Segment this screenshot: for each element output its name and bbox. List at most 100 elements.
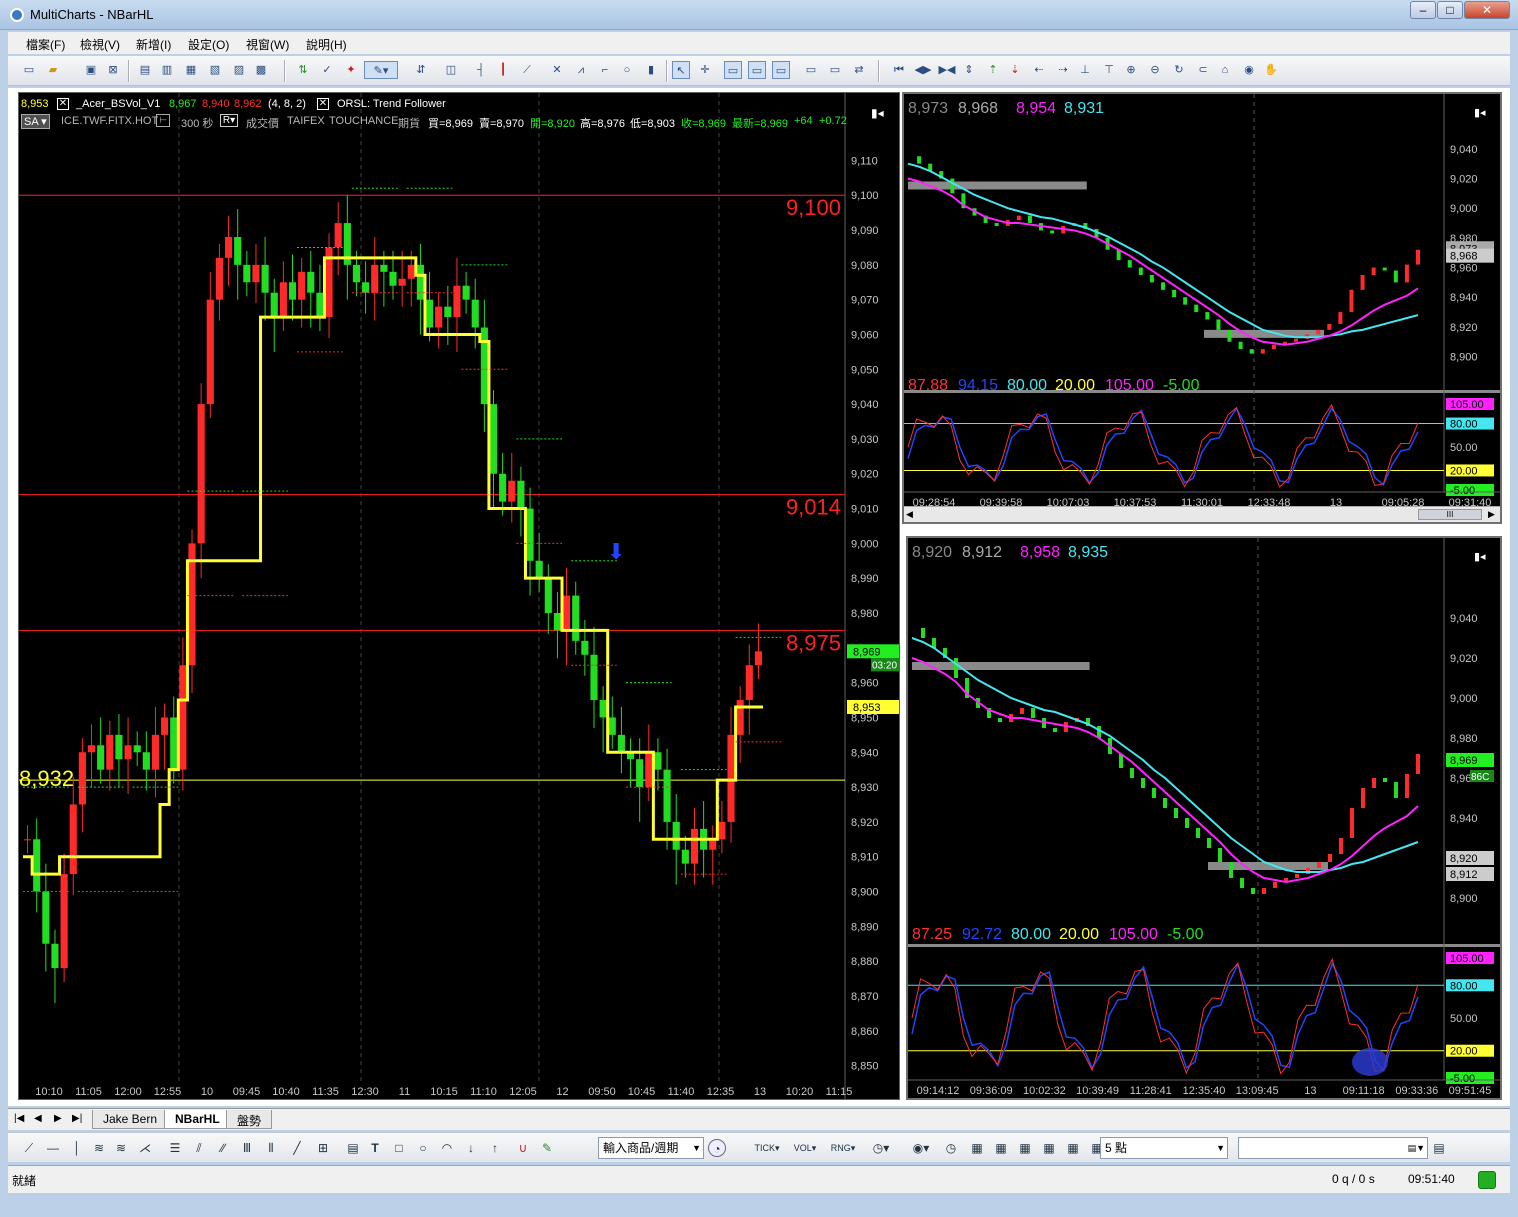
daily-chart-icon[interactable]: ◉▾	[906, 1139, 936, 1157]
data-window-icon[interactable]: ⇵	[412, 61, 430, 79]
symbol-input-combo[interactable]: 輸入商品/週期 ▼	[598, 1137, 704, 1159]
arrow-up-icon[interactable]: ⇡	[984, 61, 1002, 79]
rectangle-icon[interactable]: □	[390, 1139, 408, 1157]
shift-left-icon[interactable]: ⇠	[1030, 61, 1048, 79]
tab-nbarhl[interactable]: NBarHL	[164, 1110, 231, 1129]
volume-chart-icon[interactable]: VOL▾	[790, 1139, 820, 1157]
channel-icon[interactable]: ☰	[166, 1139, 184, 1157]
bookmark-icon[interactable]: ⌂	[1216, 61, 1234, 79]
scroll-left-icon[interactable]: ◀	[906, 509, 913, 520]
window-icon[interactable]: ▭	[802, 61, 820, 79]
arrange-icon[interactable]: ▭	[826, 61, 844, 79]
fib-retrace-icon[interactable]: ≋	[90, 1139, 108, 1157]
sa-button[interactable]: SA ▾	[21, 114, 50, 129]
main-chart-canvas[interactable]: 9,110 9,100 9,090 9,080 9,070 9,060 9,050 9,040…	[19, 93, 900, 1100]
tab-jake-bern[interactable]: Jake Bern	[92, 1110, 169, 1129]
calendar-quarter-icon[interactable]: ▦	[1040, 1139, 1058, 1157]
menu-view[interactable]: 檢視(V)	[80, 36, 120, 53]
top-right-canvas[interactable]: 9,0409,0209,0008,9808,9608,9408,9208,900…	[904, 94, 1500, 522]
tab-first-icon[interactable]: |◀	[14, 1113, 24, 1124]
refresh-icon[interactable]: ↻	[1170, 61, 1188, 79]
new-analyzer-icon[interactable]: ▩	[252, 61, 270, 79]
crosshair-icon[interactable]: ✛	[696, 61, 714, 79]
tr-scroll-thumb[interactable]: III	[1418, 509, 1482, 520]
minute-chart-icon[interactable]: ◷▾	[866, 1139, 896, 1157]
paint-icon[interactable]: ✎	[538, 1139, 556, 1157]
pointer-icon[interactable]: ↖	[672, 61, 690, 79]
calendar-week-icon[interactable]: ▦	[992, 1139, 1010, 1157]
new-portfolio-icon[interactable]: ▧	[206, 61, 224, 79]
text-box-icon[interactable]: ▤	[344, 1139, 362, 1157]
zoom-area-icon[interactable]: ▭	[724, 61, 742, 79]
gann-icon[interactable]: Ⅲ	[238, 1139, 256, 1157]
insert-study-icon[interactable]: ⇅	[294, 61, 312, 79]
tab-prev-icon[interactable]: ◀	[34, 1113, 42, 1124]
volume-icon[interactable]: ▮	[642, 61, 660, 79]
points-combo[interactable]: 5 點 ▼	[1100, 1137, 1228, 1159]
go-icon[interactable]: ▤	[1430, 1139, 1448, 1157]
fib-time-icon[interactable]: ∕∕	[214, 1139, 232, 1157]
study2-name-label[interactable]: ORSL: Trend Follower	[337, 98, 446, 110]
ellipse-icon[interactable]: ○	[414, 1139, 432, 1157]
fib-fan-icon[interactable]: ⋌	[136, 1139, 154, 1157]
format-icon[interactable]: ⊢	[156, 114, 170, 127]
open-folder-icon[interactable]: ▰	[44, 61, 62, 79]
shift-right-icon[interactable]: ⇢	[1054, 61, 1072, 79]
arrow-down-icon[interactable]: ⇣	[1006, 61, 1024, 79]
grid-icon[interactable]: ⊞	[314, 1139, 332, 1157]
new-scanner-icon[interactable]: ▥	[158, 61, 176, 79]
cycle-icon[interactable]: ╱	[288, 1139, 306, 1157]
candlestick-icon[interactable]: ┃	[494, 61, 512, 79]
magnet-draw-icon[interactable]: ∪	[514, 1139, 532, 1157]
close-study-icon[interactable]: ✕	[317, 98, 329, 110]
top-right-chart[interactable]: 9,040 9,020 9,000 8,980 8,960 8,940 8,920 8,900…	[902, 92, 1502, 524]
symbol-name[interactable]: ICE.TWF.FITX.HOT	[61, 115, 158, 127]
horizontal-line-icon[interactable]: —	[44, 1139, 62, 1157]
fib-ext-icon[interactable]: ≋	[112, 1139, 130, 1157]
text-icon[interactable]: T	[366, 1139, 384, 1157]
signal-icon[interactable]: ✦	[342, 61, 360, 79]
trading-toggle-icon[interactable]: ✎▾	[364, 61, 398, 79]
scroll-right-icon[interactable]: ▭	[748, 61, 766, 79]
calendar-day-icon[interactable]: ▦	[968, 1139, 986, 1157]
panel-menu-icon[interactable]: ▮◂	[871, 106, 884, 120]
format-study-icon[interactable]: ✓	[318, 61, 336, 79]
auto-scale-icon[interactable]: ▭	[772, 61, 790, 79]
hand-icon[interactable]: ✋	[1262, 61, 1280, 79]
tab-last-icon[interactable]: ▶|	[72, 1113, 82, 1124]
new-workspace-icon[interactable]: ▭	[20, 61, 38, 79]
close-study-icon[interactable]: ✕	[57, 98, 69, 110]
tab-next-icon[interactable]: ▶	[54, 1113, 62, 1124]
menu-window[interactable]: 視窗(W)	[246, 36, 289, 53]
renko-icon[interactable]: ⩘	[572, 61, 590, 79]
new-chart-icon[interactable]: ▤	[136, 61, 154, 79]
trendline-icon[interactable]: ⟋	[20, 1139, 38, 1157]
bottom-right-chart[interactable]: 9,0409,0209,0008,9808,9608,9408,9208,900…	[906, 536, 1502, 1100]
speed-line-icon[interactable]: ⦀	[262, 1139, 280, 1157]
calendar-year-icon[interactable]: ▦	[1064, 1139, 1082, 1157]
magnet-icon[interactable]: ⊂	[1194, 61, 1212, 79]
next-bar-icon[interactable]: ▶◀	[938, 61, 956, 79]
tick-chart-icon[interactable]: TICK▾	[752, 1139, 782, 1157]
prev-bar-icon[interactable]: ◀▶	[914, 61, 932, 79]
spacing-down-icon[interactable]: ⊤	[1100, 61, 1118, 79]
session-icon[interactable]: ◷	[942, 1139, 960, 1157]
sync-icon[interactable]: ⇄	[850, 61, 868, 79]
panel-menu-icon[interactable]: ▮◂	[1474, 550, 1486, 563]
zoom-out-icon[interactable]: ⊖	[1146, 61, 1164, 79]
calendar-month-icon[interactable]: ▦	[1016, 1139, 1034, 1157]
minimize-button[interactable]: ‒	[1410, 1, 1436, 19]
zoom-in-icon[interactable]: ⊕	[1122, 61, 1140, 79]
kagi-icon[interactable]: ⌐	[596, 61, 614, 79]
bottom-right-canvas[interactable]: 9,0409,0209,0008,9808,9608,9408,9208,900…	[908, 538, 1500, 1098]
menu-insert[interactable]: 新增(I)	[136, 36, 171, 53]
tr-scrollbar[interactable]: ◀ III ▶	[904, 506, 1500, 522]
menu-file[interactable]: 檔案(F)	[26, 36, 65, 53]
menu-help[interactable]: 說明(H)	[306, 36, 347, 53]
vertical-line-icon[interactable]: │	[68, 1139, 86, 1157]
arrow-down-draw-icon[interactable]: ↓	[462, 1139, 480, 1157]
first-bar-icon[interactable]: ⏮	[890, 61, 908, 79]
save-icon[interactable]: ▣	[82, 61, 100, 79]
close-workspace-icon[interactable]: ⊠	[104, 61, 122, 79]
expand-icon[interactable]: ⇕	[960, 61, 978, 79]
